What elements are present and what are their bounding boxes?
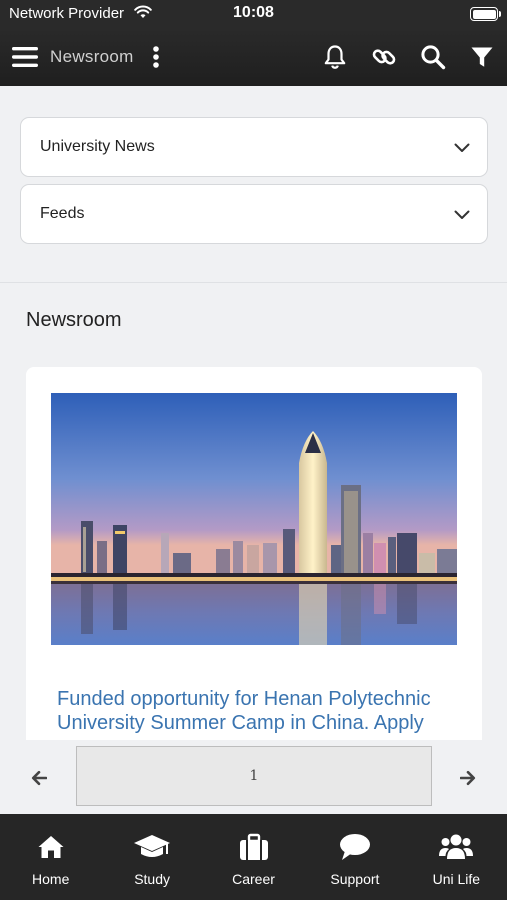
section-divider [0, 282, 507, 283]
city-skyline-photo[interactable] [51, 393, 457, 645]
graduation-cap-icon [133, 832, 171, 862]
chat-bubble-icon [339, 832, 371, 862]
menu-icon[interactable] [10, 42, 40, 72]
tab-uni-life[interactable]: Uni Life [406, 814, 507, 900]
link-icon[interactable] [369, 42, 399, 72]
filter-icon[interactable] [467, 42, 497, 72]
university-news-select-value: University News [40, 138, 155, 155]
users-icon [439, 832, 474, 862]
tab-study-label: Study [134, 871, 171, 887]
arrow-right-icon[interactable] [456, 766, 480, 790]
chevron-down-icon [454, 207, 470, 225]
tab-career[interactable]: Career [203, 814, 304, 900]
page-number: 1 [249, 768, 259, 784]
header-title: Newsroom [50, 47, 134, 66]
home-icon [37, 832, 65, 862]
section-title: Newsroom [26, 309, 122, 331]
tab-uni-life-label: Uni Life [432, 871, 481, 887]
tab-study[interactable]: Study [101, 814, 202, 900]
news-headline-link[interactable]: Funded opportunity for Henan Polytechnic… [57, 687, 457, 735]
chevron-down-icon [454, 140, 470, 158]
status-bar: Network Provider 10:08 [0, 0, 507, 28]
status-time: 10:08 [233, 4, 274, 21]
university-news-select[interactable]: University News [20, 117, 488, 177]
bell-icon[interactable] [320, 42, 350, 72]
more-vertical-icon[interactable] [141, 42, 171, 72]
search-icon[interactable] [418, 42, 448, 72]
tab-home-label: Home [32, 871, 70, 887]
bottom-tab-bar: Home Study Career Support Uni Life [0, 814, 507, 900]
tab-support-label: Support [330, 871, 380, 887]
tab-support[interactable]: Support [304, 814, 405, 900]
arrow-left-icon[interactable] [27, 766, 51, 790]
page-number-box[interactable]: 1 [76, 746, 432, 806]
news-card[interactable]: Funded opportunity for Henan Polytechnic… [26, 367, 482, 740]
feeds-select-value: Feeds [40, 205, 85, 222]
battery-icon [470, 7, 501, 21]
app-header: Newsroom [0, 28, 507, 86]
tab-career-label: Career [232, 871, 275, 887]
feeds-select[interactable]: Feeds [20, 184, 488, 244]
tab-home[interactable]: Home [0, 814, 101, 900]
briefcase-icon [239, 832, 269, 862]
